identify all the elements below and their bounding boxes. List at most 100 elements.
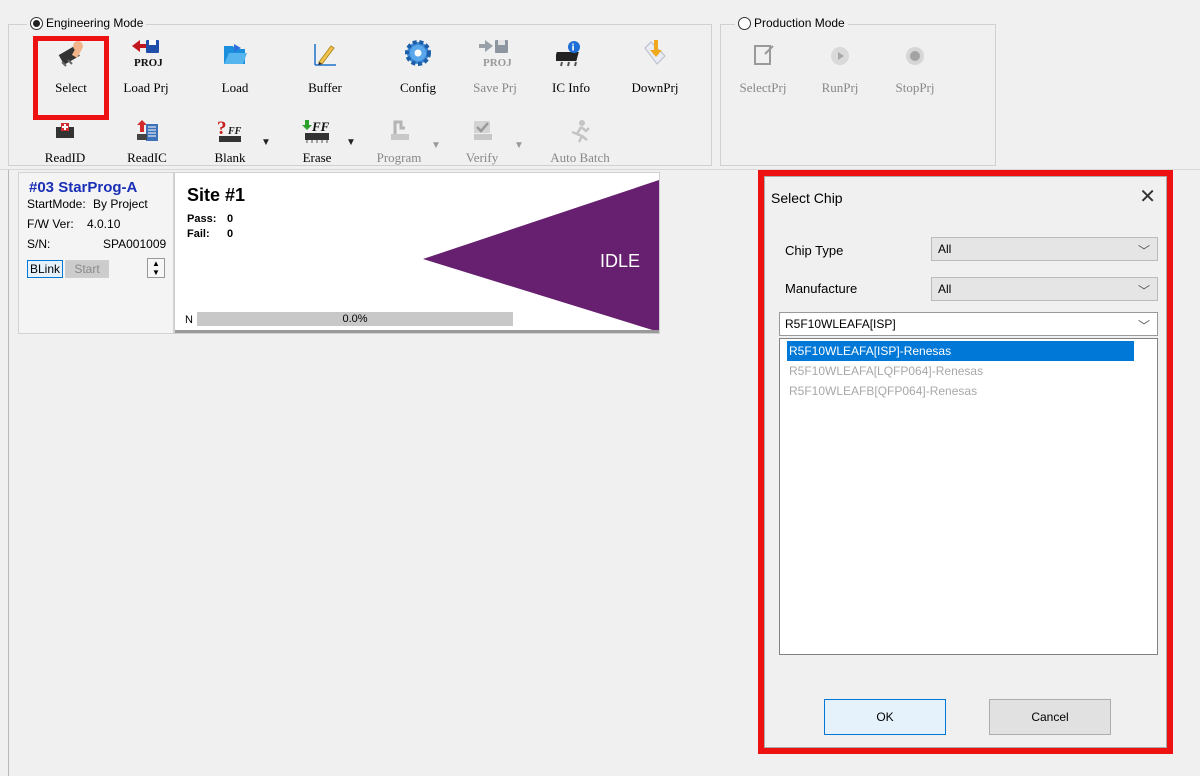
save-prj-button[interactable]: PROJ Save Prj — [460, 34, 530, 95]
save-project-icon: PROJ — [479, 40, 511, 68]
readic-label: ReadIC — [127, 150, 167, 165]
load-button[interactable]: Load — [200, 34, 270, 95]
radio-selected-icon — [30, 16, 43, 30]
start-mode-label: StartMode: — [27, 197, 86, 211]
chip-list[interactable]: R5F10WLEAFA[ISP]-Renesas R5F10WLEAFA[LQF… — [779, 338, 1158, 655]
buffer-button[interactable]: Buffer — [290, 34, 360, 95]
downprj-button[interactable]: DownPrj — [620, 34, 690, 95]
program-label: Program — [376, 150, 422, 165]
manufacture-select[interactable]: All ﹀ — [931, 277, 1158, 301]
program-button[interactable]: Program — [364, 110, 434, 165]
radio-unselected-icon — [738, 16, 751, 30]
selectprj-button[interactable]: SelectPrj — [728, 34, 798, 95]
ok-button[interactable]: OK — [824, 699, 946, 735]
chip-search-combobox[interactable]: R5F10WLEAFA[ISP] ﹀ — [779, 312, 1158, 336]
chip-list-item[interactable]: R5F10WLEAFB[QFP064]-Renesas — [787, 381, 1134, 401]
cancel-button[interactable]: Cancel — [989, 699, 1111, 735]
load-folder-icon — [224, 44, 247, 64]
config-gear-icon — [405, 40, 431, 66]
chip-type-label: Chip Type — [785, 243, 844, 258]
chip-type-value: All — [938, 242, 952, 256]
auto-batch-runner-icon — [571, 120, 590, 143]
svg-text:PROJ: PROJ — [483, 57, 511, 68]
blank-check-icon: ? FF — [217, 118, 242, 142]
chevron-down-icon: ﹀ — [1137, 319, 1150, 333]
blank-dropdown-icon[interactable]: ▼ — [261, 137, 271, 148]
site-title: Site #1 — [187, 185, 246, 205]
progress-bar: 0.0% — [197, 312, 513, 326]
chip-search-value: R5F10WLEAFA[ISP] — [785, 317, 896, 331]
start-button[interactable]: Start — [65, 260, 109, 278]
blank-label: Blank — [214, 150, 246, 165]
runprj-button[interactable]: RunPrj — [805, 34, 875, 95]
ic-info-label: IC Info — [552, 80, 590, 95]
load-project-icon: PROJ — [132, 40, 162, 68]
site-card: Site #1 Pass: 0 Fail: 0 IDLE N 0.0% — [174, 172, 660, 334]
blank-button[interactable]: ? FF Blank — [195, 110, 265, 165]
select-highlight-box — [33, 36, 109, 120]
load-prj-button[interactable]: PROJ Load Prj — [111, 34, 181, 95]
fw-version-label: F/W Ver: — [27, 217, 74, 231]
read-ic-icon — [137, 120, 158, 141]
downprj-label: DownPrj — [631, 80, 679, 95]
load-label: Load — [221, 80, 249, 95]
device-card: #03 StarProg-A StartMode: By Project F/W… — [18, 172, 174, 334]
save-prj-label: Save Prj — [473, 80, 517, 95]
select-chip-dialog: Select Chip ✕ Chip Type All ﹀ Manufactur… — [764, 176, 1167, 748]
erase-button[interactable]: FF Erase — [282, 110, 352, 165]
verify-button[interactable]: Verify — [447, 110, 517, 165]
chip-list-item[interactable]: R5F10WLEAFA[ISP]-Renesas — [787, 341, 1134, 361]
production-mode-radio[interactable]: Production Mode — [735, 16, 848, 30]
read-id-icon — [56, 123, 74, 138]
progress-text: 0.0% — [342, 313, 368, 325]
svg-text:i: i — [572, 44, 575, 54]
program-dropdown-icon[interactable]: ▼ — [431, 140, 441, 151]
serial-number-value: SPA001009 — [103, 237, 167, 251]
engineering-mode-label: Engineering Mode — [46, 16, 144, 30]
program-icon — [391, 120, 409, 140]
buffer-label: Buffer — [308, 80, 342, 95]
auto-batch-button[interactable]: Auto Batch — [545, 110, 615, 165]
close-icon[interactable]: ✕ — [1139, 186, 1156, 208]
chevron-down-icon: ﹀ — [1137, 284, 1150, 298]
blink-button[interactable]: BLink — [27, 260, 63, 278]
fw-version-value: 4.0.10 — [87, 217, 121, 231]
download-project-icon — [644, 40, 666, 65]
chip-type-select[interactable]: All ﹀ — [931, 237, 1158, 261]
stopprj-button[interactable]: StopPrj — [880, 34, 950, 95]
stop-project-icon — [906, 47, 924, 65]
config-button[interactable]: Config — [383, 34, 453, 95]
buffer-edit-icon — [314, 44, 336, 66]
dialog-title: Select Chip — [771, 190, 843, 206]
progress-prefix: N — [185, 314, 193, 326]
readid-label: ReadID — [44, 150, 86, 165]
stopprj-label: StopPrj — [895, 80, 935, 95]
left-panel-border — [8, 170, 9, 776]
pass-value: 0 — [227, 213, 234, 225]
svg-text:?: ? — [217, 118, 227, 139]
svg-text:PROJ: PROJ — [134, 57, 162, 68]
verify-label: Verify — [465, 150, 499, 165]
verify-dropdown-icon[interactable]: ▼ — [514, 140, 524, 151]
serial-number-label: S/N: — [27, 237, 51, 251]
fail-value: 0 — [227, 228, 234, 240]
manufacture-value: All — [938, 282, 952, 296]
selectprj-label: SelectPrj — [739, 80, 787, 95]
svg-text:FF: FF — [311, 119, 330, 134]
chip-list-item[interactable]: R5F10WLEAFA[LQFP064]-Renesas — [787, 361, 1134, 381]
start-mode-value: By Project — [93, 197, 148, 211]
idle-status-text: IDLE — [600, 251, 641, 271]
ic-info-button[interactable]: i IC Info — [536, 34, 606, 95]
erase-label: Erase — [302, 150, 332, 165]
production-mode-label: Production Mode — [754, 16, 845, 30]
load-prj-label: Load Prj — [123, 80, 169, 95]
auto-batch-label: Auto Batch — [550, 150, 610, 165]
manufacture-label: Manufacture — [785, 281, 858, 296]
spin-updown-icon[interactable]: ▲ ▼ — [147, 258, 165, 278]
ic-info-icon: i — [556, 41, 580, 67]
engineering-mode-radio[interactable]: Engineering Mode — [27, 16, 147, 30]
pass-label: Pass: — [187, 213, 217, 225]
erase-icon: FF — [302, 119, 330, 143]
erase-dropdown-icon[interactable]: ▼ — [346, 137, 356, 148]
readic-button[interactable]: ReadIC — [112, 110, 182, 165]
